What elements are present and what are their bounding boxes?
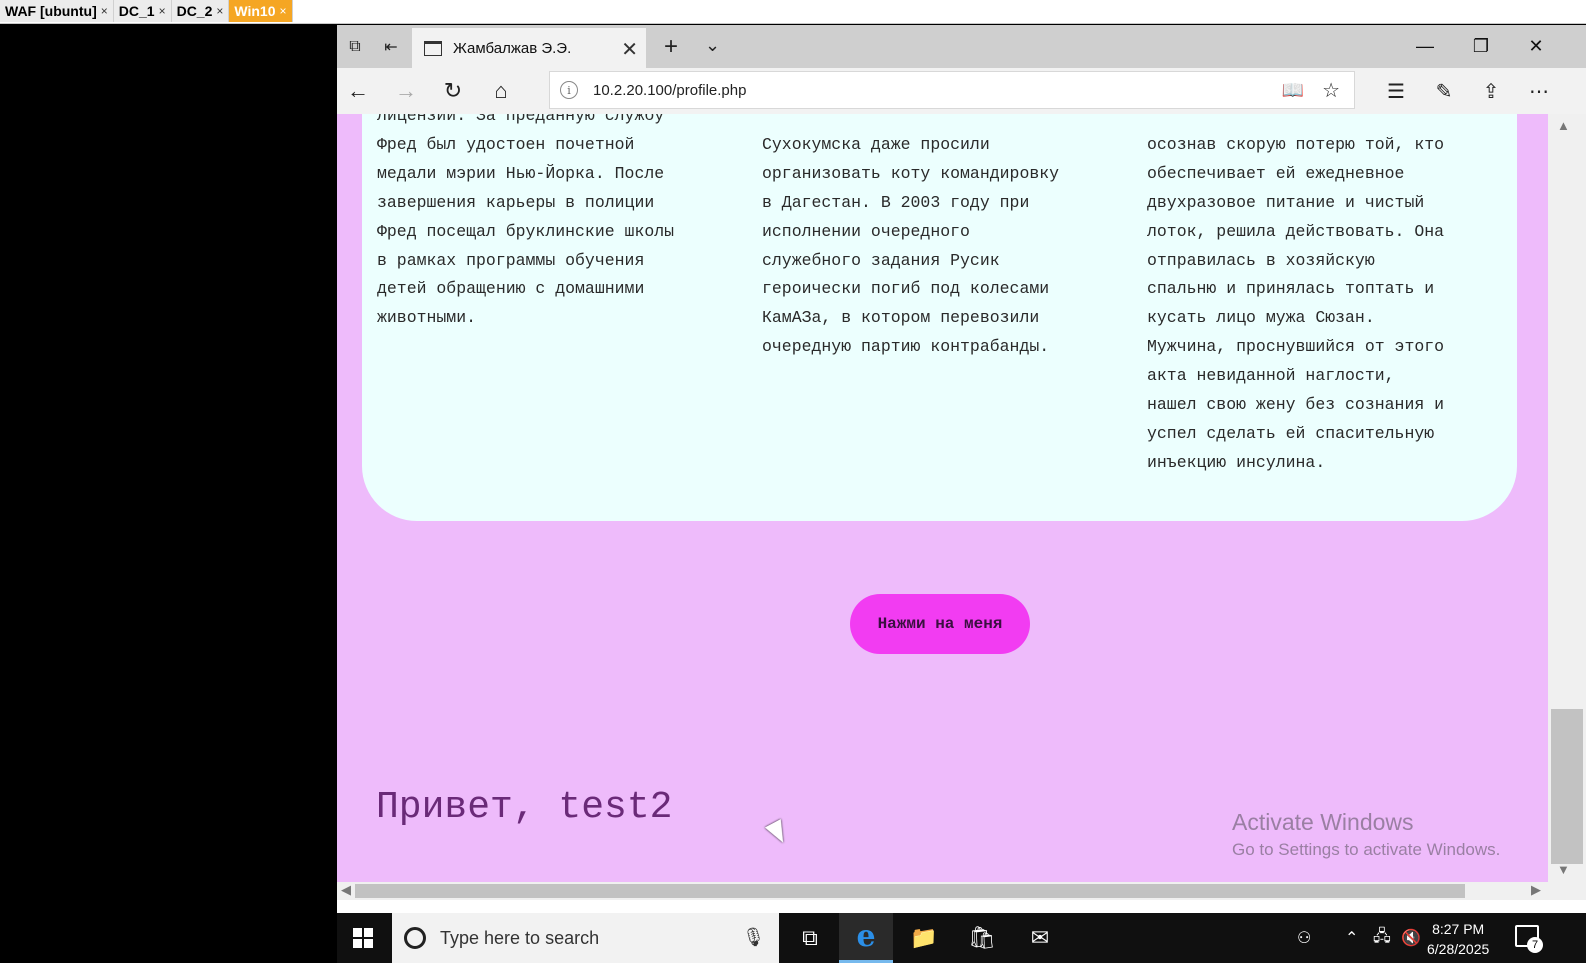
clock-time: 8:27 PM (1432, 921, 1485, 937)
watermark-title: Activate Windows (1232, 809, 1414, 835)
address-bar[interactable]: i 10.2.20.100/profile.php 📖 ☆ (549, 71, 1355, 109)
pen-icon[interactable]: ✎ (1429, 77, 1459, 105)
host-tab-label: DC_1 (118, 3, 155, 19)
tab-title: Жамбалжав Э.Э. (453, 39, 572, 57)
new-tab-icon[interactable]: + (664, 33, 678, 61)
watermark-subtitle: Go to Settings to activate Windows. (1232, 840, 1501, 859)
site-info-icon[interactable]: i (560, 81, 578, 99)
browser-titlebar: ⧉ ⇤ Жамбалжав Э.Э. ✕ + ⌄ — ❐ ✕ (337, 25, 1586, 68)
horizontal-scrollbar[interactable]: ◀ ▶ (337, 882, 1586, 900)
host-tab-label: Win10 (234, 3, 276, 19)
edge-browser-icon[interactable]: e (839, 913, 893, 963)
host-tab-close-icon[interactable]: × (280, 4, 287, 18)
host-tab-close-icon[interactable]: × (159, 4, 166, 18)
clock-date: 6/28/2025 (1427, 941, 1490, 957)
host-tab-dc1[interactable]: DC_1 × (113, 0, 172, 22)
mouse-cursor-icon (764, 819, 792, 847)
minimize-icon[interactable]: — (1405, 32, 1445, 60)
horizontal-scroll-thumb[interactable] (355, 884, 1465, 898)
text-card: лицензии. За преданную службу Фред был у… (362, 114, 1517, 521)
host-tab-label: DC_2 (176, 3, 213, 19)
refresh-icon[interactable]: ↻ (438, 77, 468, 105)
page-icon (424, 40, 442, 56)
host-tab-dc2[interactable]: DC_2 × (171, 0, 230, 22)
scroll-up-icon[interactable]: ▲ (1557, 118, 1570, 133)
edge-browser-window: ⧉ ⇤ Жамбалжав Э.Э. ✕ + ⌄ — ❐ ✕ ← → ↻ ⌂ i… (337, 25, 1586, 913)
tab-sets-icon[interactable]: ⧉ (344, 36, 366, 58)
favorites-list-icon[interactable]: ☰ (1381, 77, 1411, 105)
press-me-button[interactable]: Нажми на меня (850, 594, 1030, 654)
greeting-heading: Привет, test2 (376, 786, 673, 829)
host-tab-close-icon[interactable]: × (216, 4, 223, 18)
reading-view-icon[interactable]: 📖 (1282, 80, 1304, 101)
more-menu-icon[interactable]: ⋯ (1524, 77, 1554, 105)
windows-logo-icon (353, 928, 373, 948)
restore-icon[interactable]: ❐ (1461, 32, 1501, 60)
close-window-icon[interactable]: ✕ (1516, 32, 1556, 60)
scroll-left-icon[interactable]: ◀ (341, 882, 351, 898)
back-arrow-icon[interactable]: ← (343, 77, 373, 105)
set-aside-tabs-icon[interactable]: ⇤ (380, 36, 402, 58)
notification-count-badge: 7 (1527, 937, 1543, 953)
microphone-icon[interactable]: 🎙 (742, 927, 765, 948)
navigation-bar: ← → ↻ ⌂ i 10.2.20.100/profile.php 📖 ☆ ☰ … (337, 68, 1586, 114)
network-icon[interactable]: 🖧 (1373, 913, 1391, 963)
store-icon[interactable]: 🛍 (955, 913, 1009, 963)
share-icon[interactable]: ⇪ (1476, 77, 1506, 105)
text-column-rusik: Сухокумска даже просили организовать кот… (762, 134, 1060, 357)
favorite-star-icon[interactable]: ☆ (1322, 78, 1340, 103)
close-tab-icon[interactable]: ✕ (621, 37, 638, 62)
host-tab-win10[interactable]: Win10 × (229, 0, 293, 22)
people-icon[interactable]: ⚇ (1297, 913, 1311, 963)
tab-profile[interactable]: Жамбалжав Э.Э. ✕ (412, 28, 646, 68)
chevron-down-icon[interactable]: ⌄ (705, 35, 720, 56)
home-icon[interactable]: ⌂ (486, 77, 516, 105)
text-column-cat: осознав скорую потерю той, кто обеспечив… (1147, 134, 1445, 472)
host-tab-close-icon[interactable]: × (101, 4, 108, 18)
search-placeholder: Type here to search (440, 927, 600, 948)
volume-muted-icon[interactable]: 🔇 (1401, 913, 1421, 963)
vertical-scrollbar[interactable]: ▲ ▼ (1548, 114, 1586, 882)
mail-icon[interactable]: ✉ (1013, 913, 1067, 963)
scroll-right-icon[interactable]: ▶ (1531, 882, 1541, 898)
forward-arrow-icon[interactable]: → (391, 77, 421, 105)
activate-windows-watermark: Activate Windows Go to Settings to activ… (1232, 809, 1500, 860)
task-view-icon[interactable]: ⧉ (783, 913, 837, 963)
system-clock[interactable]: 8:27 PM 6/28/2025 (1427, 919, 1489, 959)
tray-expand-icon[interactable]: ⌃ (1345, 913, 1358, 963)
cortana-icon (404, 927, 426, 949)
host-tab-label: WAF [ubuntu] (5, 3, 97, 19)
taskbar-search-box[interactable]: Type here to search 🎙 (392, 913, 779, 963)
host-tab-waf-ubuntu[interactable]: WAF [ubuntu] × (0, 0, 114, 22)
address-url[interactable]: 10.2.20.100/profile.php (593, 82, 746, 99)
file-explorer-icon[interactable]: 📁 (897, 913, 951, 963)
start-button[interactable] (337, 913, 389, 963)
scroll-down-icon[interactable]: ▼ (1557, 862, 1570, 877)
text-column-fred: лицензии. За преданную службу Фред был у… (377, 114, 675, 328)
windows-taskbar: Type here to search 🎙 ⧉ e 📁 🛍 ✉ ⚇ ⌃ 🖧 🔇 … (337, 913, 1586, 963)
host-tab-strip: WAF [ubuntu] × DC_1 × DC_2 × Win10 × (0, 0, 1586, 24)
vertical-scroll-thumb[interactable] (1551, 709, 1583, 864)
page-content: лицензии. За преданную службу Фред был у… (337, 114, 1548, 882)
